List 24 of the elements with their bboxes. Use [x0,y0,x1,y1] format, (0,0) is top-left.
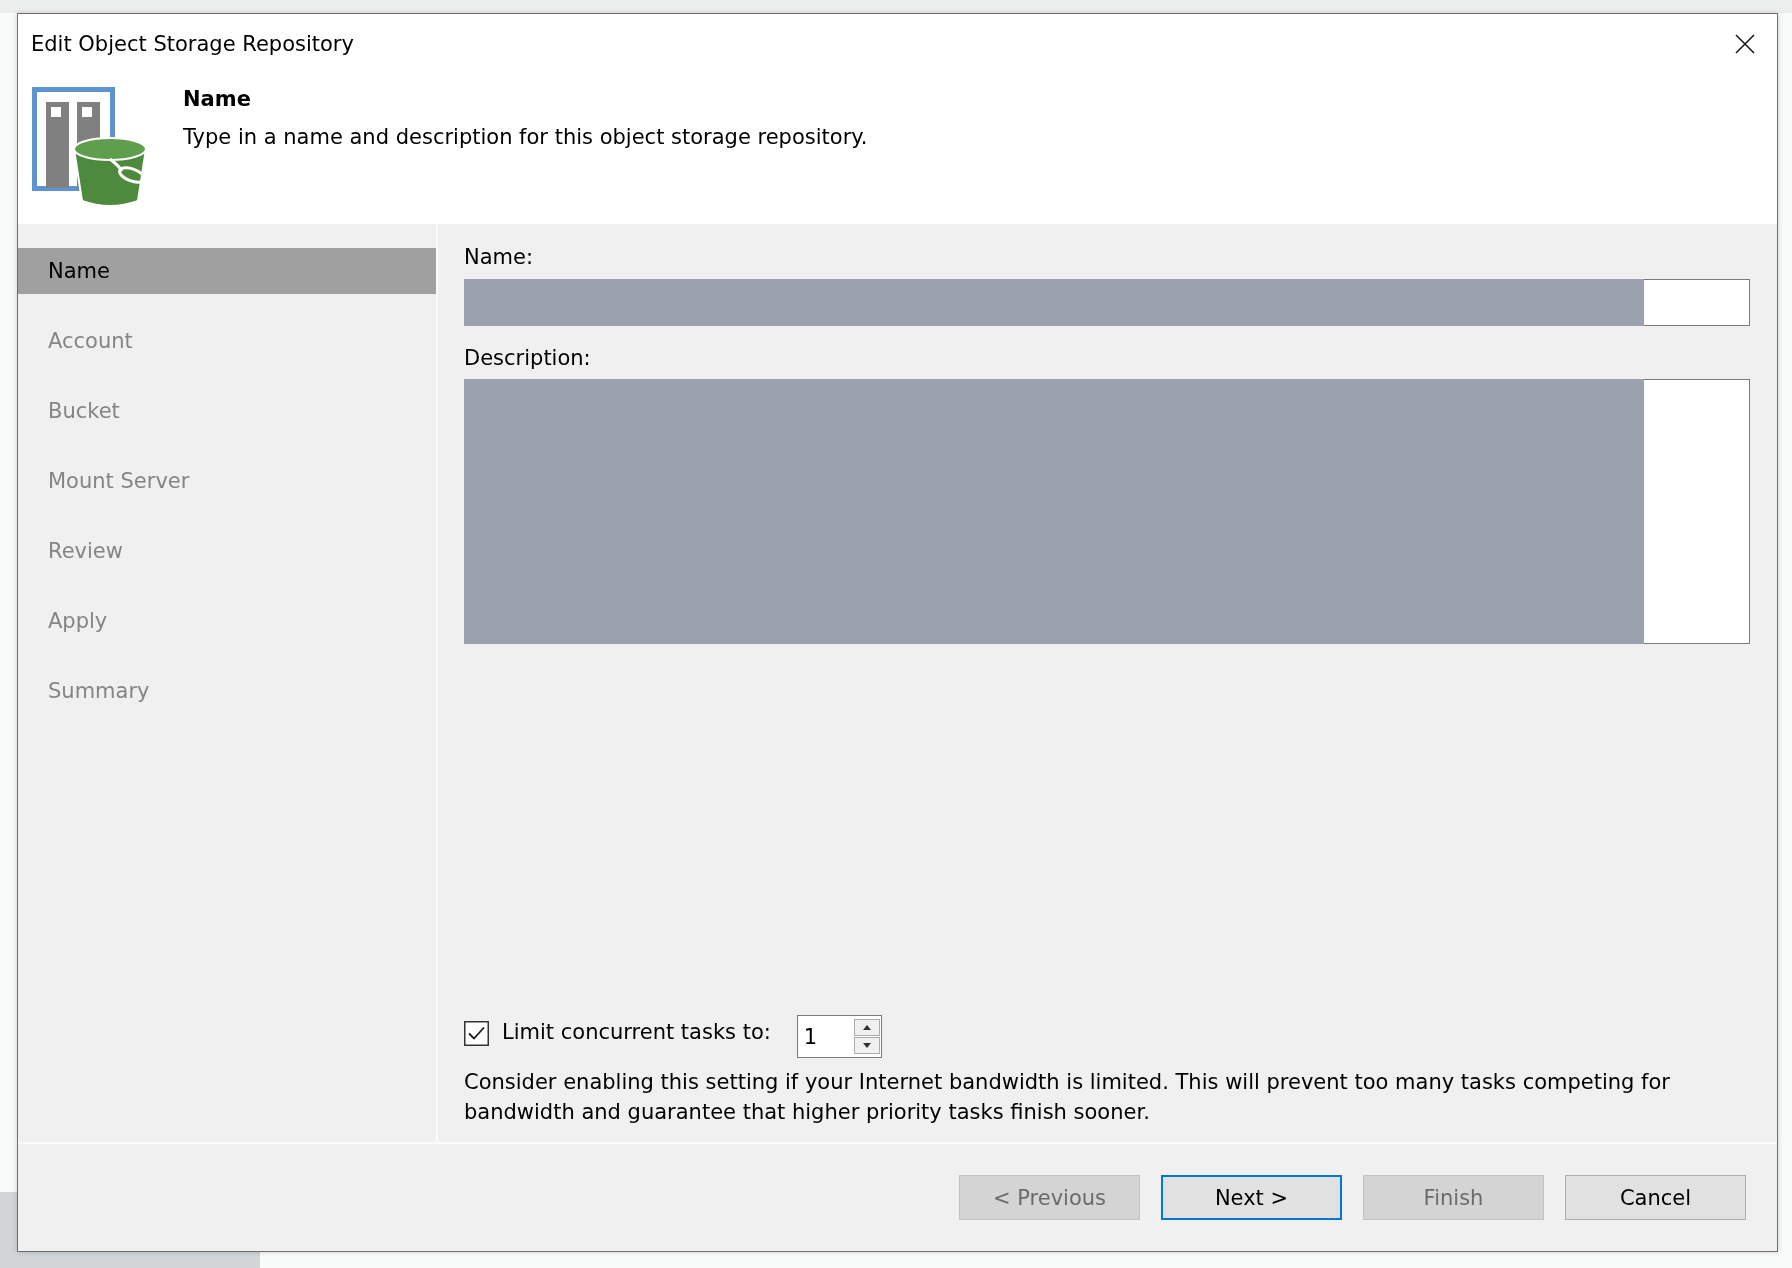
hint-text: Consider enabling this setting if your Internet bandwidth is limited. This will prevent too many tasks competing for bandwidth and guarantee that higher priority tasks finish sooner. [464,1069,1671,1126]
page-description: Type in a name and description for this object storage repository. [183,125,868,150]
checkbox[interactable] [464,1021,489,1046]
field-label: Name: [464,245,534,270]
up-triangle-icon [862,1025,871,1030]
wizard-button[interactable]: Cancel [1565,1175,1746,1220]
close-icon [1735,34,1755,54]
wizard-step[interactable]: Review [18,528,436,574]
window-title: Edit Object Storage Repository [31,31,354,57]
field-label: Description: [464,346,591,371]
wizard-step[interactable]: Mount Server [18,458,436,504]
wizard-button[interactable]: Next > [1161,1175,1342,1220]
number-spinner[interactable]: 1 [796,1015,882,1058]
wizard-step[interactable]: Apply [18,598,436,644]
spin-up-button[interactable] [853,1019,880,1036]
wizard-step[interactable]: Bucket [18,388,436,434]
number-input[interactable]: 1 [797,1016,854,1057]
spin-down-button[interactable] [853,1037,880,1054]
wizard-step[interactable]: Summary [18,668,436,714]
checkbox-label: Limit concurrent tasks to: [502,1020,771,1045]
wizard-step[interactable]: Name [18,248,436,294]
down-triangle-icon [862,1043,871,1048]
wizard-step[interactable]: Account [18,318,436,364]
page-heading: Name [183,87,251,112]
